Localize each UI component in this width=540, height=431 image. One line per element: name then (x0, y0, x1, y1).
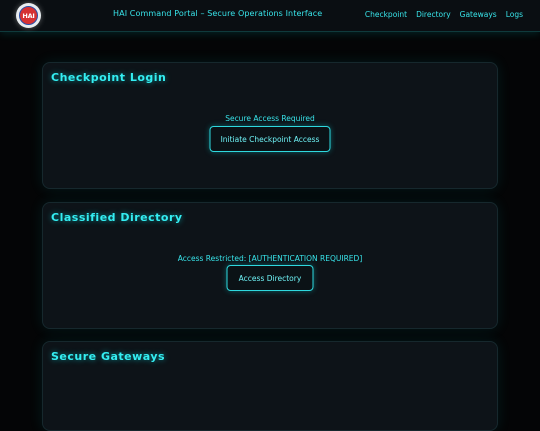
nav-link-directory[interactable]: Directory (416, 10, 451, 19)
portal-title: HAI Command Portal – Secure Operations I… (113, 9, 323, 18)
hai-logo[interactable]: HAI (16, 3, 41, 28)
panel-title-checkpoint-login: Checkpoint Login (51, 71, 167, 84)
secure-gateways-panel: Secure Gateways (42, 341, 498, 431)
nav-link-gateways[interactable]: Gateways (460, 10, 497, 19)
nav-link-checkpoint[interactable]: Checkpoint (365, 10, 407, 19)
checkpoint-login-panel: Checkpoint Login Secure Access Required … (42, 62, 498, 189)
panel-title-classified-directory: Classified Directory (51, 211, 183, 224)
initiate-checkpoint-access-button[interactable]: Initiate Checkpoint Access (209, 126, 331, 152)
directory-status-text: Access Restricted: [AUTHENTICATION REQUI… (177, 254, 363, 263)
panel-title-secure-gateways: Secure Gateways (51, 350, 166, 363)
checkpoint-status-text: Secure Access Required (225, 114, 315, 123)
logo-text: HAI (22, 11, 35, 20)
main-nav: Checkpoint Directory Gateways Logs (365, 10, 523, 19)
top-navigation-bar: HAI HAI Command Portal – Secure Operatio… (0, 0, 540, 32)
hai-logo-emblem: HAI (19, 6, 38, 25)
nav-link-logs[interactable]: Logs (506, 10, 523, 19)
classified-directory-panel: Classified Directory Access Restricted: … (42, 202, 498, 329)
access-directory-button[interactable]: Access Directory (226, 265, 314, 291)
